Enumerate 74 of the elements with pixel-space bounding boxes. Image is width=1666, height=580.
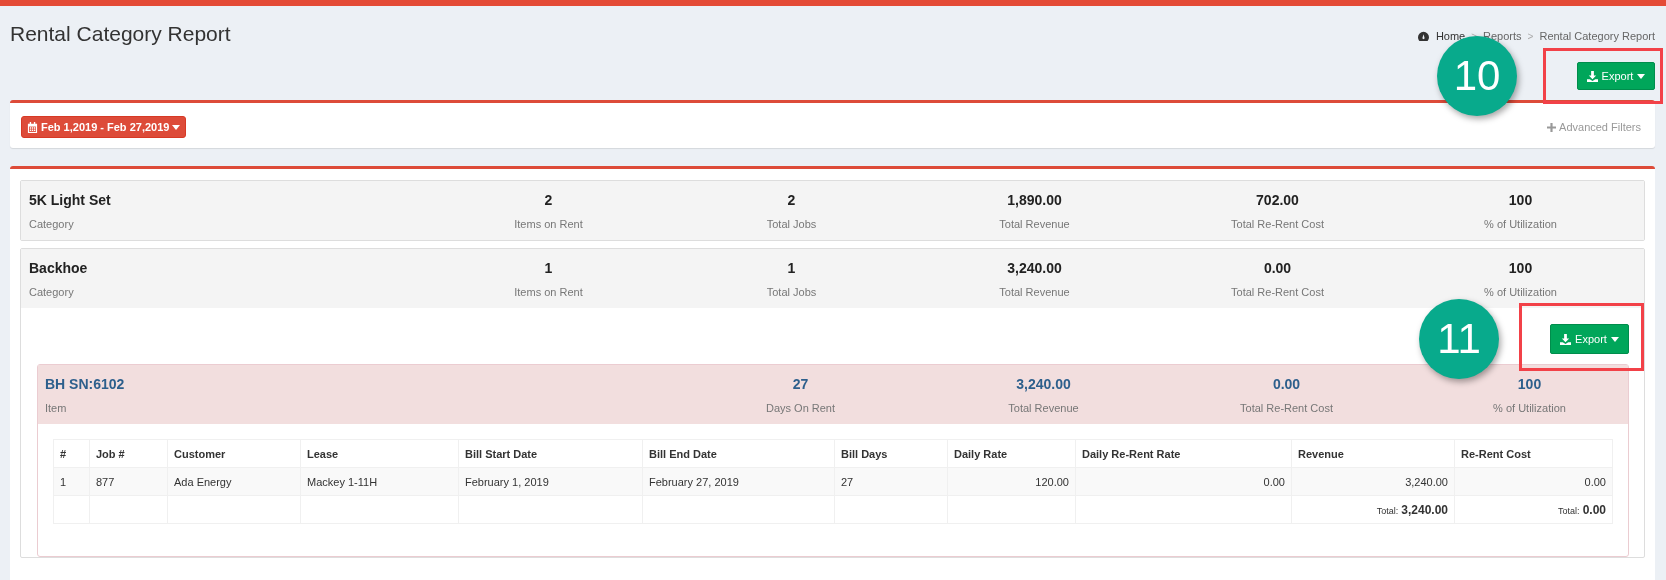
column-header: Revenue — [1291, 439, 1455, 468]
column-header: # — [53, 439, 90, 468]
caret-icon — [1637, 73, 1646, 79]
plus-icon — [1547, 122, 1557, 132]
stat-value: 702.00 — [1256, 191, 1299, 210]
stat-label: Total Revenue — [999, 217, 1070, 232]
stat-label: Total Re-Rent Cost — [1240, 401, 1333, 416]
total-cell: Total: 0.00 — [1454, 495, 1613, 524]
category-caption: Category — [29, 285, 75, 300]
category-name: Backhoe — [29, 259, 89, 278]
breadcrumb-separator: > — [1527, 30, 1534, 42]
calendar-icon — [27, 121, 38, 133]
stat-value: 1 — [544, 259, 553, 278]
export-button[interactable]: Export — [1550, 324, 1629, 354]
stat-label: Total Revenue — [1008, 401, 1079, 416]
stat-label: Total Revenue — [999, 285, 1070, 300]
stat-label: Total Re-Rent Cost — [1231, 217, 1324, 232]
stat-value: 27 — [792, 375, 809, 394]
breadcrumb-link[interactable]: Rental Category Report — [1539, 30, 1655, 42]
page-title: Rental Category Report — [10, 21, 231, 47]
column-header: Job # — [89, 439, 168, 468]
stat-label: % of Utilization — [1493, 401, 1566, 416]
export-button[interactable]: Export — [1577, 62, 1655, 90]
stat-value: 1,890.00 — [1007, 191, 1062, 210]
stat-label: % of Utilization — [1484, 285, 1557, 300]
stat-label: Items on Rent — [514, 285, 583, 300]
table-cell: 877 — [89, 467, 168, 496]
table-cell: Mackey 1-11H — [300, 467, 459, 496]
table-cell: February 1, 2019 — [458, 467, 643, 496]
stat-label: Total Jobs — [766, 217, 817, 232]
table-cell: Ada Energy — [167, 467, 301, 496]
column-header: Lease — [300, 439, 459, 468]
column-header: Daily Re-Rent Rate — [1075, 439, 1292, 468]
column-header: Bill End Date — [642, 439, 835, 468]
table-cell: 1 — [53, 467, 90, 496]
column-header: Bill Days — [834, 439, 948, 468]
column-header: Bill Start Date — [458, 439, 643, 468]
stat-label: Total Re-Rent Cost — [1231, 285, 1324, 300]
caret-icon — [172, 124, 181, 130]
stat-value: 1 — [787, 259, 796, 278]
stat-value: 0.00 — [1272, 375, 1301, 394]
stat-label: Total Jobs — [766, 285, 817, 300]
category-name: 5K Light Set — [29, 191, 112, 210]
total-cell: Total: 3,240.00 — [1291, 495, 1455, 524]
table-cell: 120.00 — [947, 467, 1076, 496]
item-name: BH SN:6102 — [45, 375, 126, 394]
stat-value: 2 — [544, 191, 553, 210]
advanced-filters-link[interactable]: Advanced Filters — [1547, 121, 1641, 133]
table-cell: 3,240.00 — [1291, 467, 1455, 496]
stat-value: 3,240.00 — [1007, 259, 1062, 278]
breadcrumb-link[interactable]: Home — [1435, 30, 1466, 42]
table-cell: 0.00 — [1075, 467, 1292, 496]
table-cell: 0.00 — [1454, 467, 1613, 496]
column-header: Customer — [167, 439, 301, 468]
date-range-button[interactable]: Feb 1,2019 - Feb 27,2019 — [21, 116, 187, 138]
stat-value: 0.00 — [1263, 259, 1292, 278]
stat-label: % of Utilization — [1484, 217, 1557, 232]
category-caption: Category — [29, 217, 75, 232]
stat-value: 100 — [1508, 191, 1533, 210]
column-header: Re-Rent Cost — [1454, 439, 1613, 468]
stat-label: Days On Rent — [765, 401, 836, 416]
column-header: Daily Rate — [947, 439, 1076, 468]
stat-value: 2 — [787, 191, 796, 210]
table-cell: February 27, 2019 — [642, 467, 835, 496]
dashboard-icon — [1416, 30, 1430, 42]
stat-label: Items on Rent — [514, 217, 583, 232]
download-icon — [1586, 70, 1598, 82]
item-caption: Item — [45, 401, 68, 416]
download-icon — [1560, 333, 1572, 345]
stat-value: 3,240.00 — [1016, 375, 1071, 394]
table-cell: 27 — [834, 467, 948, 496]
stat-value: 100 — [1508, 259, 1533, 278]
caret-icon — [1610, 336, 1619, 342]
stat-value: 100 — [1517, 375, 1542, 394]
